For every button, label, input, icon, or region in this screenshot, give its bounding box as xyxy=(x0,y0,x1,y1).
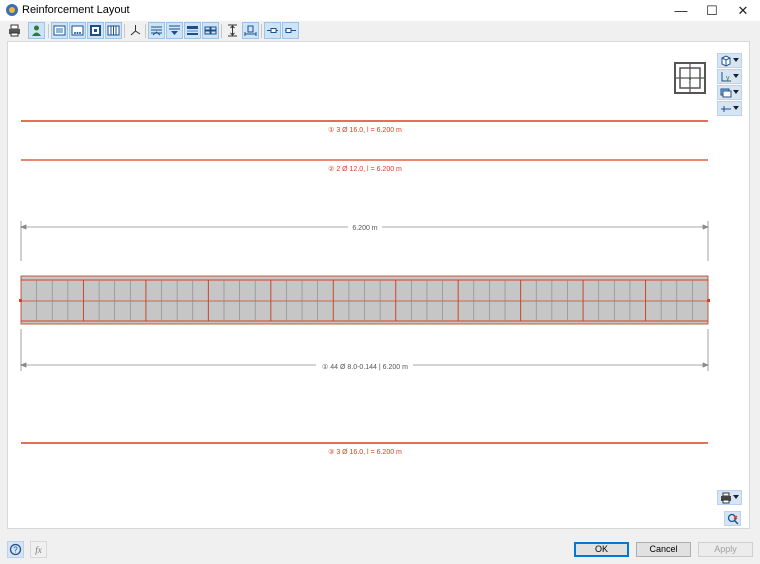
app-icon xyxy=(6,4,18,16)
dimension-horizontal-button[interactable] xyxy=(242,22,259,39)
maximize-button[interactable]: ☐ xyxy=(695,0,729,21)
view-bars-button[interactable] xyxy=(105,22,122,39)
view-box-button[interactable] xyxy=(87,22,104,39)
apply-button[interactable]: Apply xyxy=(698,542,753,557)
length-dimension-label: 6.200 m xyxy=(352,225,377,232)
drawing-canvas[interactable]: ① 3 Ø 16.0, l = 6.200 m ② 2 Ø 12.0, l = … xyxy=(7,41,750,529)
axes-icon xyxy=(130,25,141,36)
layers-bottom-button[interactable] xyxy=(184,22,201,39)
view-box-icon xyxy=(90,25,101,36)
axis-y-button[interactable]: y xyxy=(717,69,742,84)
layers-middle-icon xyxy=(169,25,180,35)
section-thumbnail[interactable]: y xyxy=(674,62,706,94)
toolbar xyxy=(0,21,760,41)
title-bar: Reinforcement Layout — ☐ ✕ xyxy=(0,0,760,21)
view-dots-icon xyxy=(71,25,84,36)
layers-top-button[interactable] xyxy=(148,22,165,39)
close-button[interactable]: ✕ xyxy=(726,0,760,21)
formula-icon: fx xyxy=(35,545,42,555)
axes-button[interactable] xyxy=(127,22,144,39)
bar-left-icon xyxy=(267,28,278,33)
svg-text:fx: fx xyxy=(35,545,42,555)
layers-top-icon xyxy=(151,26,162,36)
person-icon xyxy=(32,25,41,36)
help-icon: ? xyxy=(9,543,22,556)
beam-end-right xyxy=(707,299,710,302)
print-icon xyxy=(721,492,731,503)
render-button[interactable] xyxy=(717,85,742,100)
layers-middle-button[interactable] xyxy=(166,22,183,39)
reinforcement-drawing: ① 3 Ø 16.0, l = 6.200 m ② 2 Ø 12.0, l = … xyxy=(19,62,710,456)
ok-button[interactable]: OK xyxy=(574,542,629,557)
cancel-button[interactable]: Cancel xyxy=(636,542,691,557)
bar-right-button[interactable] xyxy=(282,22,299,39)
bar-left-button[interactable] xyxy=(264,22,281,39)
dimension-vertical-button[interactable] xyxy=(224,22,241,39)
bar-right-icon xyxy=(285,28,296,33)
rebar-label-top-2: ② 2 Ø 12.0, l = 6.200 m xyxy=(328,165,402,173)
cube-view-icon xyxy=(721,54,731,67)
beam-end-left xyxy=(19,299,22,302)
formula-button[interactable]: fx xyxy=(30,541,47,558)
section-button[interactable] xyxy=(717,101,742,116)
person-button[interactable] xyxy=(28,22,45,39)
print-button[interactable] xyxy=(3,22,25,39)
dimension-vertical-icon xyxy=(228,24,237,37)
print-icon xyxy=(8,24,20,37)
svg-text:y: y xyxy=(689,77,692,83)
stirrup-label: ① 44 Ø 8.0-0.144 | 6.200 m xyxy=(322,363,408,371)
view-frame-button[interactable] xyxy=(51,22,68,39)
dimension-horizontal-icon xyxy=(244,25,257,36)
rebar-label-bottom: ③ 3 Ø 16.0, l = 6.200 m xyxy=(328,448,402,456)
svg-text:?: ? xyxy=(13,546,18,555)
svg-text:y: y xyxy=(726,75,730,82)
zoom-reset-icon xyxy=(727,513,739,525)
window-title: Reinforcement Layout xyxy=(22,4,130,16)
view-dots-button[interactable] xyxy=(69,22,86,39)
layers-grid-button[interactable] xyxy=(202,22,219,39)
print-drawing-button[interactable] xyxy=(717,490,742,505)
zoom-reset-button[interactable] xyxy=(724,511,741,526)
section-icon xyxy=(721,105,731,112)
view-bars-icon xyxy=(107,25,120,36)
layers-grid-icon xyxy=(204,26,217,35)
axis-y-icon: y xyxy=(721,71,731,82)
layers-bottom-icon xyxy=(187,26,198,35)
cube-view-button[interactable] xyxy=(717,53,742,68)
help-button[interactable]: ? xyxy=(7,541,24,558)
rebar-label-top-1: ① 3 Ø 16.0, l = 6.200 m xyxy=(328,126,402,134)
view-frame-icon xyxy=(53,25,66,36)
minimize-button[interactable]: — xyxy=(664,0,698,21)
render-icon xyxy=(720,88,732,97)
